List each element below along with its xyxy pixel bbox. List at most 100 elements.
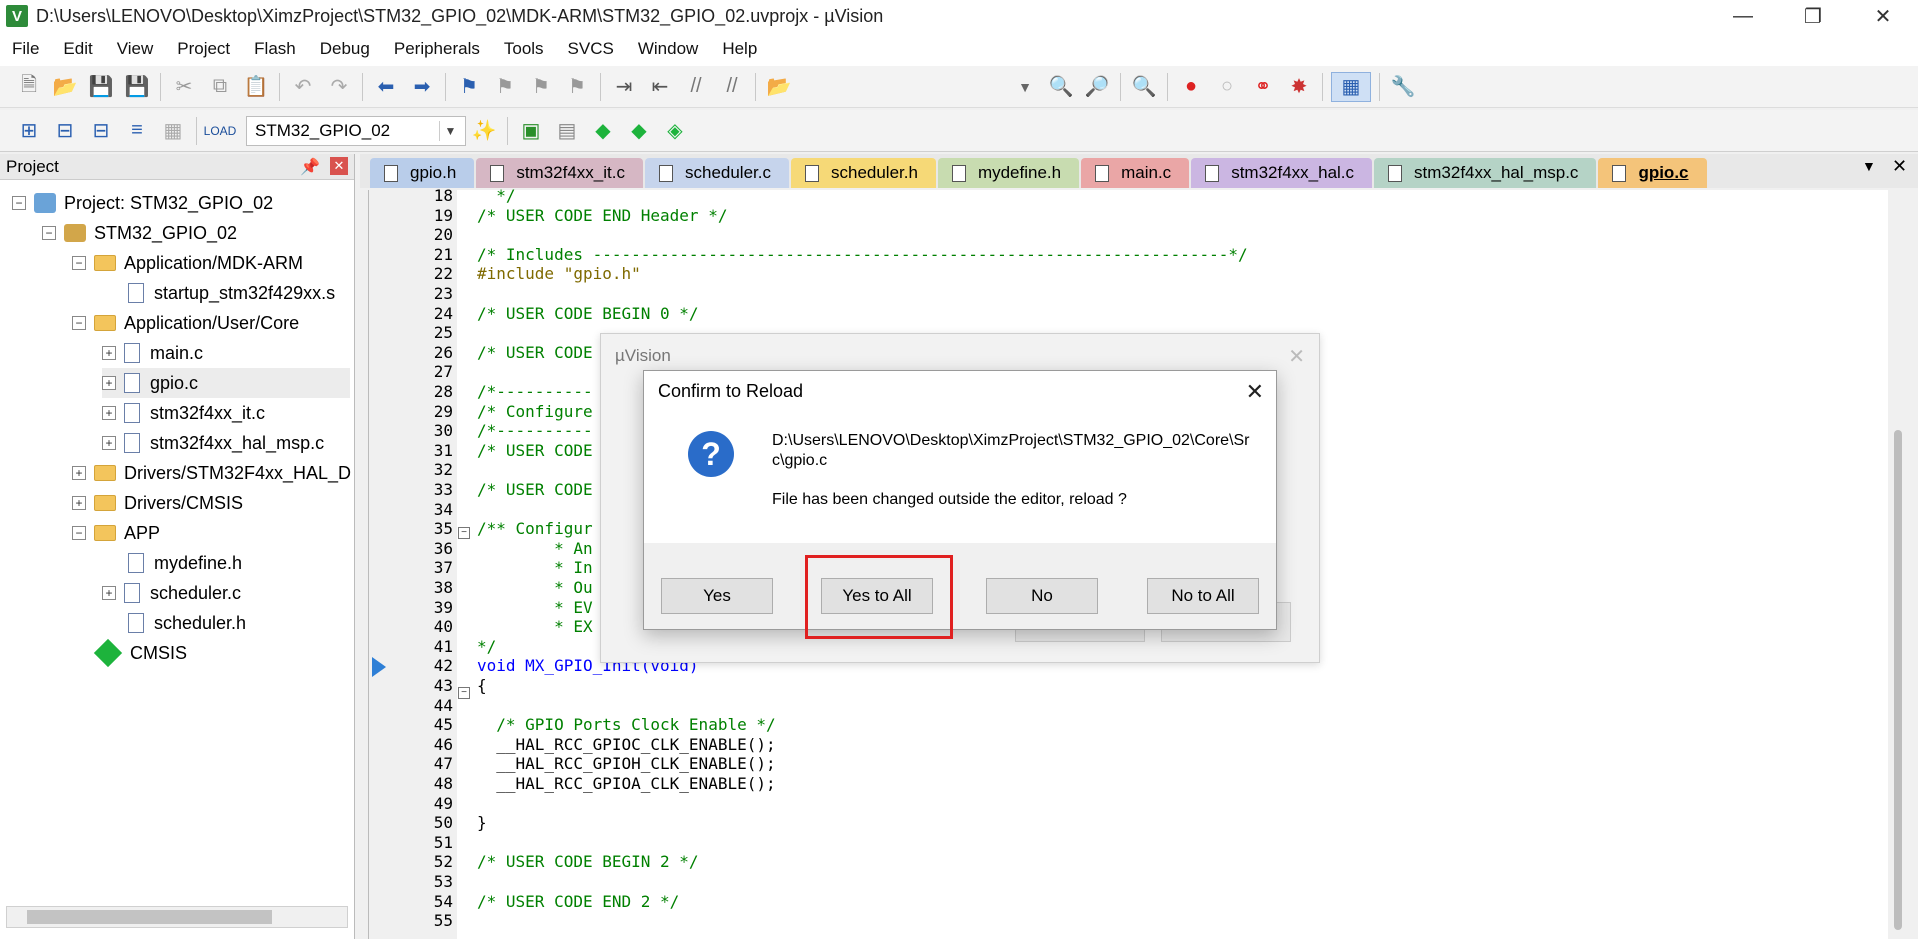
menu-file[interactable]: File <box>0 39 51 59</box>
tree-item-file[interactable]: + stm32f4xx_hal_msp.c <box>102 428 324 458</box>
tab-scheduler-c[interactable]: scheduler.c <box>644 158 789 188</box>
dialog-close-button[interactable]: ✕ <box>1246 379 1264 405</box>
tree-item-file-selected[interactable]: + gpio.c <box>102 368 350 398</box>
menu-flash[interactable]: Flash <box>242 39 308 59</box>
code-line[interactable]: __HAL_RCC_GPIOC_CLK_ENABLE(); <box>477 735 775 755</box>
minimize-button[interactable]: — <box>1708 0 1778 32</box>
code-line[interactable]: /* USER CODE END Header */ <box>477 206 727 226</box>
fold-icon[interactable]: − <box>458 687 470 699</box>
tab-gpio-h[interactable]: gpio.h <box>370 158 475 188</box>
next-bookmark-icon[interactable]: ⚑ <box>526 72 556 102</box>
tree-item-group[interactable]: − Application/MDK-ARM <box>72 248 303 278</box>
paste-icon[interactable]: 📋 <box>241 72 271 102</box>
collapse-icon[interactable]: − <box>42 226 56 240</box>
open-file-icon[interactable]: 📂 <box>50 72 80 102</box>
yes-button[interactable]: Yes <box>661 578 773 614</box>
disable-breakpoint-icon[interactable]: ○ <box>1212 72 1242 102</box>
rebuild-icon[interactable]: ⊟ <box>86 116 116 146</box>
bookmark-icon[interactable]: ⚑ <box>454 72 484 102</box>
code-line[interactable]: /** Configur <box>477 519 593 539</box>
copy-icon[interactable]: ⧉ <box>205 72 235 102</box>
stop-build-icon[interactable]: ▦ <box>158 116 188 146</box>
menu-tools[interactable]: Tools <box>492 39 556 59</box>
horizontal-scrollbar[interactable] <box>6 906 348 928</box>
menu-view[interactable]: View <box>105 39 166 59</box>
unindent-icon[interactable]: ⇤ <box>645 72 675 102</box>
expand-icon[interactable]: + <box>102 436 116 450</box>
tree-item-file[interactable]: scheduler.h <box>128 608 246 638</box>
collapse-icon[interactable]: − <box>72 256 86 270</box>
pack-installer-icon[interactable]: ◆ <box>624 116 654 146</box>
tree-item-group[interactable]: + Drivers/STM32F4xx_HAL_Dri <box>72 458 352 488</box>
save-all-icon[interactable]: 💾 <box>122 72 152 102</box>
tab-gpio-c[interactable]: gpio.c <box>1598 158 1707 188</box>
batch-build-icon[interactable]: ≡ <box>122 116 152 146</box>
undo-icon[interactable]: ↶ <box>288 72 318 102</box>
tab-mydefine-h[interactable]: mydefine.h <box>937 158 1080 188</box>
code-line[interactable]: __HAL_RCC_GPIOA_CLK_ENABLE(); <box>477 774 775 794</box>
menu-project[interactable]: Project <box>165 39 242 59</box>
navigate-back-icon[interactable]: ⬅ <box>371 72 401 102</box>
kill-breakpoints-icon[interactable]: ✸ <box>1284 72 1314 102</box>
build-icon[interactable]: ⊟ <box>50 116 80 146</box>
clear-bookmarks-icon[interactable]: ⚑ <box>562 72 592 102</box>
code-line[interactable]: #include "gpio.h" <box>477 264 641 284</box>
tab-stm32f4xx-hal-c[interactable]: stm32f4xx_hal.c <box>1191 158 1373 188</box>
tree-item-file[interactable]: + main.c <box>102 338 203 368</box>
code-line[interactable]: /*---------- <box>477 382 593 402</box>
code-line[interactable]: /* Configure <box>477 402 593 422</box>
close-window-button[interactable]: ✕ <box>1848 0 1918 32</box>
close-tab-icon[interactable]: ✕ <box>1892 156 1907 177</box>
navigate-forward-icon[interactable]: ➡ <box>407 72 437 102</box>
maximize-button[interactable]: ❐ <box>1778 0 1848 32</box>
target-select[interactable]: STM32_GPIO_02 ▼ <box>246 115 466 146</box>
code-line[interactable]: * EX <box>477 617 593 637</box>
tab-stm32f4xx-it-c[interactable]: stm32f4xx_it.c <box>476 158 643 188</box>
menu-peripherals[interactable]: Peripherals <box>382 39 492 59</box>
tree-item-group[interactable]: − Application/User/Core <box>72 308 299 338</box>
collapse-icon[interactable]: − <box>72 316 86 330</box>
tree-item-target[interactable]: − STM32_GPIO_02 <box>42 218 237 248</box>
code-line[interactable]: /*---------- <box>477 421 593 441</box>
code-line[interactable]: /* USER CODE <box>477 343 593 363</box>
tree-item-project[interactable]: − Project: STM32_GPIO_02 <box>12 188 273 218</box>
find-icon[interactable]: 🔍 <box>1046 72 1076 102</box>
no-to-all-button[interactable]: No to All <box>1147 578 1259 614</box>
expand-icon[interactable]: + <box>72 496 86 510</box>
uncomment-icon[interactable]: // <box>717 72 747 102</box>
vertical-scrollbar[interactable] <box>1888 190 1908 939</box>
fold-icon[interactable]: − <box>458 527 470 539</box>
find-in-files-icon[interactable]: 📂 <box>764 72 794 102</box>
save-icon[interactable]: 💾 <box>86 72 116 102</box>
target-options-icon[interactable]: ✨ <box>469 116 499 146</box>
manage-project-items-icon[interactable]: ▣ <box>516 116 546 146</box>
code-line[interactable]: __HAL_RCC_GPIOH_CLK_ENABLE(); <box>477 754 775 774</box>
configure-icon[interactable]: 🔧 <box>1388 72 1418 102</box>
tree-item-group[interactable]: − APP <box>72 518 160 548</box>
pin-icon[interactable]: 📌 <box>300 157 320 177</box>
new-file-icon[interactable]: 🗎 <box>14 72 44 102</box>
tab-main-c[interactable]: main.c <box>1081 158 1190 188</box>
code-line[interactable]: */ <box>477 637 496 657</box>
expand-icon[interactable]: + <box>72 466 86 480</box>
collapse-icon[interactable]: − <box>72 526 86 540</box>
breakpoint-icon[interactable]: ● <box>1176 72 1206 102</box>
code-line[interactable]: { <box>477 676 487 696</box>
manage-rte-icon[interactable]: ◆ <box>588 116 618 146</box>
code-line[interactable]: /* Includes ----------------------------… <box>477 245 1248 265</box>
expand-icon[interactable]: + <box>102 346 116 360</box>
close-panel-button[interactable]: ✕ <box>330 157 348 175</box>
collapse-icon[interactable]: − <box>12 196 26 210</box>
tab-stm32f4xx-hal-msp-c[interactable]: stm32f4xx_hal_msp.c <box>1374 158 1597 188</box>
tab-scheduler-h[interactable]: scheduler.h <box>790 158 936 188</box>
tree-item-file[interactable]: + stm32f4xx_it.c <box>102 398 265 428</box>
code-line[interactable]: /* USER CODE <box>477 480 593 500</box>
disable-all-breakpoints-icon[interactable]: ⚭ <box>1248 72 1278 102</box>
expand-icon[interactable]: + <box>102 376 116 390</box>
menu-edit[interactable]: Edit <box>51 39 104 59</box>
code-line[interactable]: /* USER CODE END 2 */ <box>477 892 679 912</box>
find-dropdown-icon[interactable]: ▼ <box>1010 72 1040 102</box>
scrollbar-thumb[interactable] <box>1894 430 1902 930</box>
menu-help[interactable]: Help <box>710 39 769 59</box>
select-packs-icon[interactable]: ▤ <box>552 116 582 146</box>
